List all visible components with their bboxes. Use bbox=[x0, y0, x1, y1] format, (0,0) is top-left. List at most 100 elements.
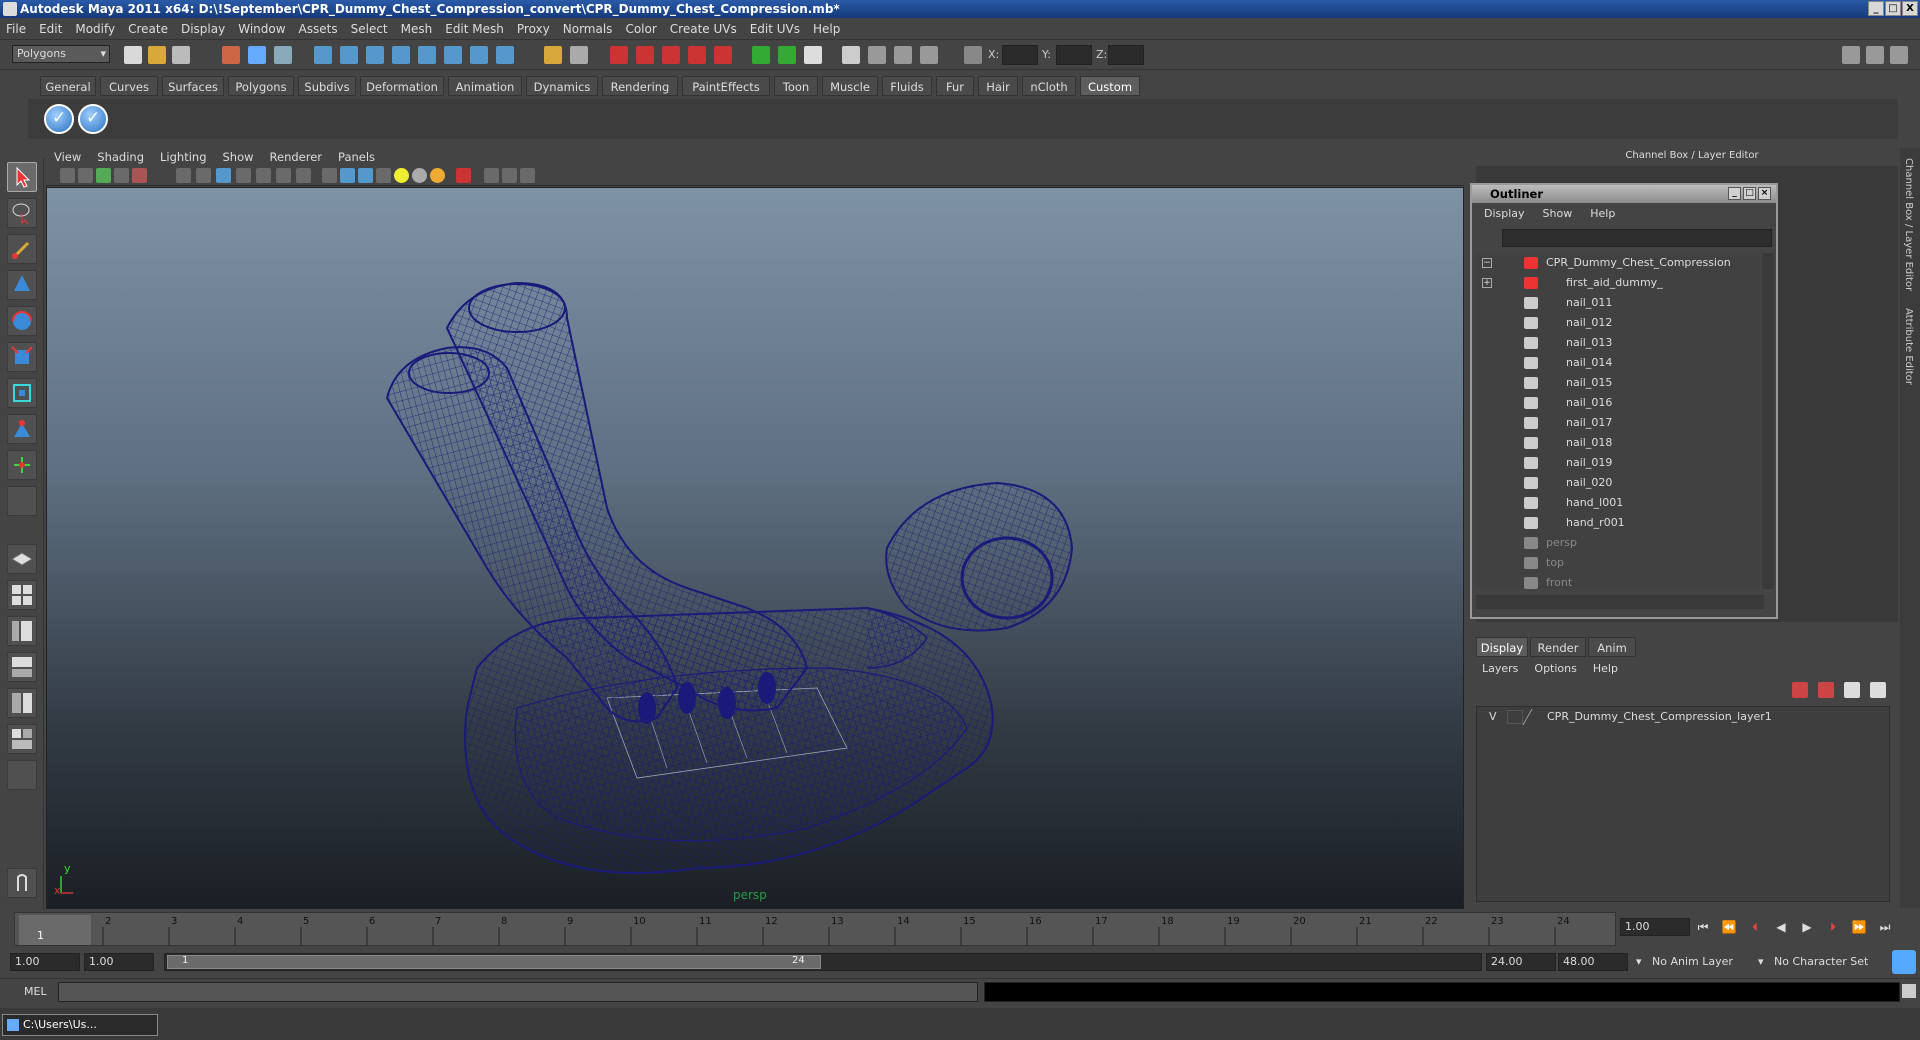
close-button[interactable]: X bbox=[1902, 1, 1918, 16]
layer-tab-render[interactable]: Render bbox=[1530, 637, 1586, 657]
xray-icon[interactable] bbox=[484, 168, 499, 183]
viewport-menu-show[interactable]: Show bbox=[223, 150, 254, 164]
menu-edit-uvs[interactable]: Edit UVs bbox=[750, 22, 800, 36]
outliner-menu-display[interactable]: Display bbox=[1484, 207, 1525, 220]
wireframe-on-shaded-icon[interactable] bbox=[358, 168, 373, 183]
character-set-dropdown[interactable]: ▾ No Character Set bbox=[1756, 953, 1886, 971]
input-ops-icon[interactable] bbox=[570, 46, 588, 64]
render-settings-icon[interactable] bbox=[842, 46, 860, 64]
menu-normals[interactable]: Normals bbox=[563, 22, 613, 36]
menu-color[interactable]: Color bbox=[625, 22, 656, 36]
layer-menu-layers[interactable]: Layers bbox=[1482, 662, 1518, 675]
image-plane-icon[interactable] bbox=[114, 168, 129, 183]
magnet-icon-3[interactable] bbox=[662, 46, 680, 64]
step-forward-key-icon[interactable]: ⏵ bbox=[1824, 920, 1842, 936]
universal-manipulator-icon[interactable] bbox=[7, 378, 37, 408]
default-lighting-icon[interactable] bbox=[394, 168, 409, 183]
outliner-horizontal-scrollbar[interactable] bbox=[1476, 595, 1764, 609]
layout-options-icon[interactable] bbox=[7, 760, 37, 790]
persp-outliner-layout-icon[interactable] bbox=[7, 616, 37, 646]
playback-end-field[interactable]: 24.00 bbox=[1486, 953, 1556, 971]
outliner-minimize-button[interactable]: _ bbox=[1728, 187, 1741, 200]
menu-proxy[interactable]: Proxy bbox=[517, 22, 550, 36]
range-slider-track[interactable]: 1 24 bbox=[164, 953, 1482, 971]
go-to-start-icon[interactable]: ⏮ bbox=[1694, 920, 1712, 936]
gate-mask-icon[interactable] bbox=[216, 168, 231, 183]
viewport-menu-view[interactable]: View bbox=[54, 150, 81, 164]
construction-icon[interactable] bbox=[470, 46, 488, 64]
current-time-field[interactable]: 1.00 bbox=[1620, 918, 1690, 936]
go-to-end-icon[interactable]: ⏭ bbox=[1876, 920, 1894, 936]
shelf-tab-muscle[interactable]: Muscle bbox=[822, 76, 878, 96]
outliner-vertical-scrollbar[interactable] bbox=[1762, 253, 1774, 589]
play-backward-icon[interactable]: ◀ bbox=[1772, 920, 1790, 936]
snap-plane-icon[interactable] bbox=[392, 46, 410, 64]
select-component-icon[interactable] bbox=[274, 46, 292, 64]
isolate-select-icon[interactable] bbox=[456, 168, 471, 183]
paint-select-tool-icon[interactable] bbox=[7, 234, 37, 264]
tool-settings-toggle-icon[interactable] bbox=[1866, 46, 1884, 64]
y-field[interactable] bbox=[1056, 45, 1092, 65]
step-back-icon[interactable]: ⏪ bbox=[1720, 920, 1738, 936]
x-field[interactable] bbox=[1002, 45, 1038, 65]
playback-start-field[interactable]: 1.00 bbox=[84, 953, 154, 971]
shelf-tab-painteffects[interactable]: PaintEffects bbox=[682, 76, 770, 96]
layer-menu-options[interactable]: Options bbox=[1534, 662, 1576, 675]
shelf-tab-toon[interactable]: Toon bbox=[774, 76, 818, 96]
shadows-icon[interactable] bbox=[430, 168, 445, 183]
snap-point-icon[interactable] bbox=[366, 46, 384, 64]
show-manipulator-icon[interactable] bbox=[7, 450, 37, 480]
field-chart-icon[interactable] bbox=[236, 168, 251, 183]
shelf-tab-surfaces[interactable]: Surfaces bbox=[162, 76, 224, 96]
select-hierarchy-icon[interactable] bbox=[222, 46, 240, 64]
outliner-maximize-button[interactable]: □ bbox=[1743, 187, 1756, 200]
snap-live-icon[interactable] bbox=[418, 46, 436, 64]
play-forward-icon[interactable]: ▶ bbox=[1798, 920, 1816, 936]
backface-culling-icon[interactable] bbox=[520, 168, 535, 183]
persp-graph-layout-icon[interactable] bbox=[7, 652, 37, 682]
perspective-viewport[interactable]: y x persp bbox=[46, 187, 1464, 909]
hud-icon[interactable] bbox=[296, 168, 311, 183]
shelf-tab-subdivs[interactable]: Subdivs bbox=[298, 76, 356, 96]
viewport-menu-lighting[interactable]: Lighting bbox=[160, 150, 206, 164]
resolution-gate-icon[interactable] bbox=[196, 168, 211, 183]
shelf-tab-fur[interactable]: Fur bbox=[936, 76, 974, 96]
hypershade-persp-layout-icon[interactable] bbox=[7, 688, 37, 718]
scale-tool-icon[interactable] bbox=[7, 342, 37, 372]
side-tab-channel-box[interactable]: Channel Box / Layer Editor bbox=[1903, 158, 1914, 291]
shelf-tab-rendering[interactable]: Rendering bbox=[602, 76, 678, 96]
custom-shelf-button-2[interactable] bbox=[78, 104, 108, 134]
step-forward-icon[interactable]: ⏩ bbox=[1850, 920, 1868, 936]
new-scene-icon[interactable] bbox=[124, 46, 142, 64]
menu-edit[interactable]: Edit bbox=[39, 22, 62, 36]
menu-select[interactable]: Select bbox=[351, 22, 388, 36]
shelf-tab-dynamics[interactable]: Dynamics bbox=[526, 76, 598, 96]
shelf-tab-polygons[interactable]: Polygons bbox=[228, 76, 294, 96]
soft-modification-icon[interactable] bbox=[7, 414, 37, 444]
magnet-icon-2[interactable] bbox=[636, 46, 654, 64]
bookmarks-icon[interactable] bbox=[96, 168, 111, 183]
outliner-menu-help[interactable]: Help bbox=[1590, 207, 1615, 220]
shelf-tab-hair[interactable]: Hair bbox=[978, 76, 1018, 96]
shelf-tab-animation[interactable]: Animation bbox=[448, 76, 522, 96]
magnet-icon-5[interactable] bbox=[714, 46, 732, 64]
collapse-icon[interactable]: − bbox=[1482, 258, 1492, 268]
render-view-icon[interactable] bbox=[752, 46, 770, 64]
new-layer-icon[interactable] bbox=[1818, 682, 1834, 698]
magnet-icon-1[interactable] bbox=[610, 46, 628, 64]
last-tool-icon[interactable] bbox=[7, 486, 37, 516]
snap-curve-icon[interactable] bbox=[340, 46, 358, 64]
expand-icon[interactable]: + bbox=[1482, 278, 1492, 288]
menu-set-dropdown[interactable]: Polygons bbox=[12, 45, 110, 63]
taskbar-item[interactable]: C:\Users\Us... bbox=[2, 1014, 158, 1036]
outliner-menu-show[interactable]: Show bbox=[1543, 207, 1573, 220]
hypershade-icon[interactable] bbox=[868, 46, 886, 64]
layer-menu-help[interactable]: Help bbox=[1593, 662, 1618, 675]
menu-edit-mesh[interactable]: Edit Mesh bbox=[445, 22, 504, 36]
menu-display[interactable]: Display bbox=[181, 22, 225, 36]
character-icon[interactable] bbox=[7, 868, 37, 898]
viewport-menu-shading[interactable]: Shading bbox=[97, 150, 144, 164]
shelf-tab-custom[interactable]: Custom bbox=[1080, 76, 1140, 96]
tool-settings-icon[interactable] bbox=[920, 46, 938, 64]
time-slider[interactable]: 123456789101112131415161718192021222324 … bbox=[14, 912, 1616, 946]
